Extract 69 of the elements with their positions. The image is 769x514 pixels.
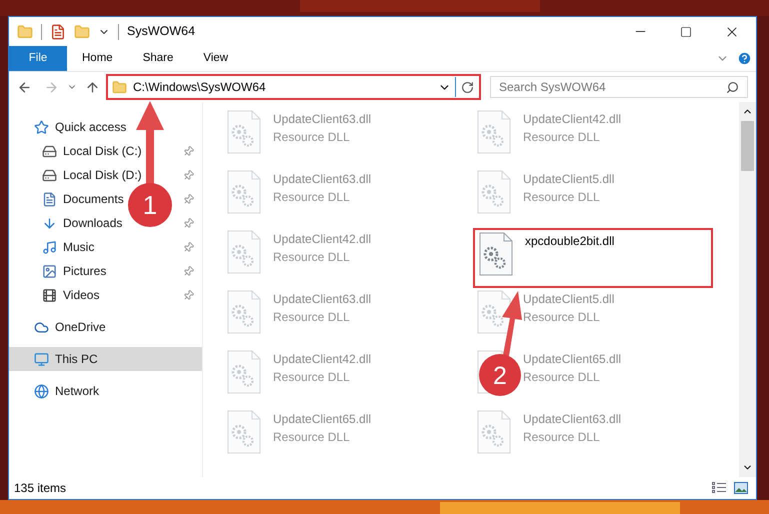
file-menu-button[interactable]: File xyxy=(9,46,67,71)
dll-file-icon xyxy=(477,170,511,214)
file-name[interactable]: xpcdouble2bit.dll xyxy=(525,232,614,250)
properties-icon[interactable] xyxy=(50,24,66,40)
address-path: C:\Windows\SysWOW64 xyxy=(133,79,267,96)
film-icon xyxy=(42,288,57,302)
search-box[interactable]: Search SysWOW64 xyxy=(490,76,748,98)
search-field[interactable]: Search SysWOW64 xyxy=(499,78,726,96)
drive-icon xyxy=(42,144,57,158)
monitor-icon xyxy=(34,352,49,366)
music-note-icon xyxy=(42,240,57,254)
help-icon[interactable] xyxy=(737,51,752,66)
dll-file-icon xyxy=(227,110,261,154)
sidebar-item[interactable]: Downloads xyxy=(9,211,126,235)
file-type: Resource DLL xyxy=(273,249,351,266)
dll-file-icon xyxy=(227,410,261,454)
file-type: Resource DLL xyxy=(523,369,601,386)
file-type: Resource DLL xyxy=(273,129,351,146)
sidebar-item[interactable]: Local Disk (C:) xyxy=(9,139,146,163)
file-type: Resource DLL xyxy=(273,309,351,326)
picture-icon xyxy=(42,264,57,278)
file-type: Resource DLL xyxy=(273,369,351,386)
refresh-icon[interactable] xyxy=(461,80,474,94)
dll-file-icon xyxy=(477,290,511,334)
file-type: Resource DLL xyxy=(523,189,601,206)
dll-file-icon xyxy=(227,230,261,274)
star-icon xyxy=(34,120,49,134)
back-icon[interactable] xyxy=(17,80,32,94)
ribbon-tab[interactable]: Home xyxy=(67,46,128,71)
dll-file-icon xyxy=(227,350,261,394)
annotation-arrow xyxy=(502,291,522,356)
file-type: Resource DLL xyxy=(523,309,601,326)
address-bar[interactable]: C:\Windows\SysWOW64 xyxy=(106,74,481,100)
download-icon xyxy=(42,216,57,230)
details-view-icon[interactable] xyxy=(712,482,726,494)
dll-file-icon xyxy=(227,290,261,334)
sidebar-item[interactable]: Quick access xyxy=(9,115,130,139)
large-icons-view-icon[interactable] xyxy=(734,482,748,494)
item-count: 135 items xyxy=(14,480,68,497)
file-type: Resource DLL xyxy=(273,429,351,446)
file-type: Resource DLL xyxy=(523,129,601,146)
sidebar-item[interactable]: Documents xyxy=(9,187,128,211)
ribbon-tab[interactable]: Share xyxy=(128,46,188,71)
file-type: Resource DLL xyxy=(273,189,351,206)
step-badge: 1 xyxy=(128,183,172,227)
sidebar-item[interactable]: Network xyxy=(9,379,104,403)
maximize-icon[interactable] xyxy=(680,26,692,38)
dll-file-icon xyxy=(477,110,511,154)
search-icon[interactable] xyxy=(726,80,739,94)
scrollbar-thumb[interactable] xyxy=(741,121,754,171)
step-badge: 2 xyxy=(479,354,521,396)
dll-file-icon xyxy=(227,170,261,214)
sidebar-item[interactable]: Videos xyxy=(9,283,104,307)
drive-icon xyxy=(42,168,57,182)
scrollbar[interactable] xyxy=(739,102,756,477)
sidebar-item[interactable]: This PC xyxy=(9,347,202,371)
dll-file-icon xyxy=(479,232,513,276)
ribbon-tab[interactable]: View xyxy=(188,46,244,71)
globe-icon xyxy=(34,384,49,398)
sidebar-item[interactable]: Pictures xyxy=(9,259,110,283)
dll-file-icon xyxy=(477,410,511,454)
window-title: SysWOW64 xyxy=(127,23,196,40)
sidebar-item[interactable]: Music xyxy=(9,235,98,259)
folder-icon xyxy=(112,80,127,94)
document-icon xyxy=(42,192,57,206)
file-type: Resource DLL xyxy=(523,429,601,446)
up-icon[interactable] xyxy=(85,80,100,94)
sidebar-item[interactable]: OneDrive xyxy=(9,315,110,339)
cloud-icon xyxy=(34,320,49,334)
